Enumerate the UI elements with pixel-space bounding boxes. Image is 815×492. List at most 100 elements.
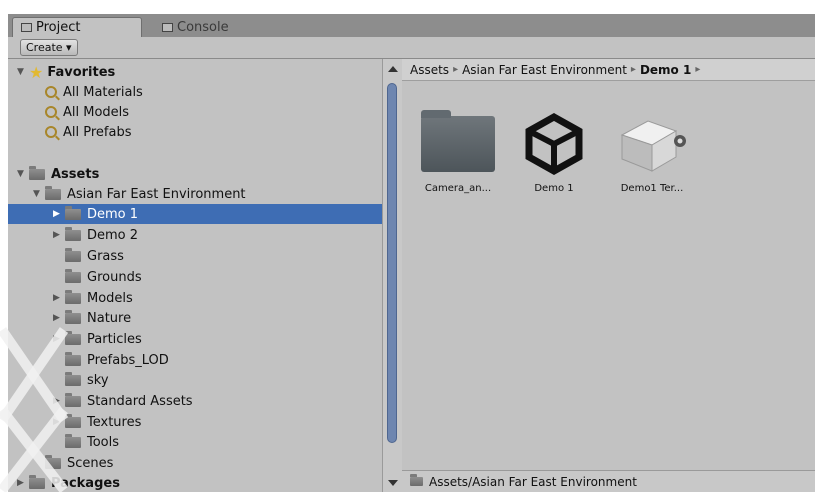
tree-item-all-materials[interactable]: All Materials: [8, 82, 382, 102]
tree-item-label: Nature: [87, 310, 132, 326]
search-icon: [45, 106, 57, 118]
folder-icon: [65, 392, 81, 407]
tree-item-label: Grass: [87, 248, 124, 264]
scroll-down-arrow-icon[interactable]: [388, 480, 398, 486]
folder-icon: [65, 205, 81, 220]
asset-label: Demo 1: [534, 183, 574, 194]
tree-item-label: Demo 1: [87, 206, 139, 222]
foldout-arrow-icon[interactable]: ▶: [16, 478, 25, 488]
foldout-arrow-icon[interactable]: ▶: [52, 230, 61, 240]
foldout-arrow-icon[interactable]: ▶: [52, 417, 61, 427]
tree-item-favorites[interactable]: ▼ ★ Favorites: [8, 62, 382, 82]
tree-item-label: Grounds: [87, 269, 142, 285]
search-icon: [45, 126, 57, 138]
tree-item-demo-2[interactable]: ▶ Demo 2: [8, 225, 382, 245]
tree-item-label: Tools: [87, 434, 120, 450]
tree-item-label: Particles: [87, 331, 142, 347]
breadcrumb-separator-icon: ▸: [630, 64, 636, 75]
tree-item-label: Standard Assets: [87, 393, 193, 409]
tree-item-scenes[interactable]: Scenes: [8, 453, 382, 473]
selected-path: Assets/Asian Far East Environment: [429, 474, 637, 489]
project-toolbar: Create ▾: [8, 37, 815, 59]
tree-scrollbar[interactable]: [382, 59, 402, 492]
tree-item-demo-1[interactable]: ▶ Demo 1: [8, 204, 382, 224]
asset-item-demo1-terrain[interactable]: Demo1 Ter...: [610, 111, 694, 194]
tree-item-label: Textures: [87, 414, 142, 430]
tab-console-label: Console: [177, 19, 229, 35]
foldout-arrow-icon[interactable]: ▶: [52, 209, 61, 219]
tree-item-label: Assets: [51, 166, 100, 182]
tree-item-label: Asian Far East Environment: [67, 186, 246, 202]
folder-icon: [65, 351, 81, 366]
status-bar: Assets/Asian Far East Environment: [402, 470, 815, 492]
tree-item-all-prefabs[interactable]: All Prefabs: [8, 122, 382, 142]
tree-item-label: All Prefabs: [63, 124, 132, 140]
tree-item-packages[interactable]: ▶ Packages: [8, 473, 382, 492]
foldout-arrow-icon[interactable]: ▶: [52, 313, 61, 323]
breadcrumb-item-assets[interactable]: Assets: [410, 63, 449, 77]
breadcrumb-item-asian-far-east-environment[interactable]: Asian Far East Environment: [462, 63, 627, 77]
breadcrumb-item-demo-1[interactable]: Demo 1: [640, 63, 691, 77]
scroll-up-arrow-icon[interactable]: [388, 66, 398, 72]
tree-item-label: sky: [87, 372, 109, 388]
tree-item-grass[interactable]: Grass: [8, 246, 382, 266]
asset-label: Demo1 Ter...: [620, 183, 684, 194]
tree-item-label: All Models: [63, 104, 130, 120]
tree-item-asian-far-east-environment[interactable]: ▼ Asian Far East Environment: [8, 184, 382, 204]
asset-item-camera[interactable]: Camera_an...: [416, 110, 500, 194]
folder-icon: [65, 413, 81, 428]
tree-item-label: Scenes: [67, 455, 114, 471]
tree-item-grounds[interactable]: Grounds: [8, 267, 382, 287]
tab-project-label: Project: [36, 20, 81, 35]
foldout-arrow-icon[interactable]: ▶: [52, 293, 61, 303]
foldout-arrow-icon[interactable]: ▼: [16, 169, 25, 179]
tree-item-sky[interactable]: sky: [8, 370, 382, 390]
tree-item-models[interactable]: ▶ Models: [8, 288, 382, 308]
tree-item-assets[interactable]: ▼ Assets: [8, 164, 382, 184]
terrain-data-icon: [620, 120, 686, 172]
star-icon: ★: [29, 62, 44, 82]
folder-icon: [29, 165, 45, 180]
folder-icon: [65, 371, 81, 386]
foldout-arrow-icon[interactable]: ▶: [52, 396, 61, 406]
folder-icon: [410, 474, 423, 486]
breadcrumb-separator-icon: ▸: [453, 64, 459, 75]
foldout-arrow-icon[interactable]: ▶: [52, 334, 61, 344]
tree-item-label: All Materials: [63, 84, 143, 100]
folder-icon: [65, 226, 81, 241]
tree-item-textures[interactable]: ▶ Textures: [8, 412, 382, 432]
foldout-arrow-icon[interactable]: ▼: [32, 189, 41, 199]
folder-icon: [29, 474, 45, 489]
tree-item-label: Packages: [51, 475, 120, 491]
foldout-arrow-icon[interactable]: ▼: [16, 67, 25, 77]
console-icon: [162, 22, 173, 32]
search-icon: [45, 86, 57, 98]
asset-item-demo-1-scene[interactable]: Demo 1: [512, 111, 596, 194]
tab-project[interactable]: Project: [12, 17, 142, 37]
folder-icon: [65, 268, 81, 283]
tree-item-prefabs-lod[interactable]: Prefabs_LOD: [8, 350, 382, 370]
folder-icon: [65, 309, 81, 324]
folder-icon: [45, 185, 61, 200]
scrollbar-thumb[interactable]: [387, 83, 397, 443]
breadcrumb: Assets ▸ Asian Far East Environment ▸ De…: [402, 59, 815, 81]
folder-icon: [65, 433, 81, 448]
tree-item-tools[interactable]: Tools: [8, 432, 382, 452]
asset-browser: Assets ▸ Asian Far East Environment ▸ De…: [402, 59, 815, 492]
folder-icon: [421, 110, 495, 172]
folder-icon: [65, 330, 81, 345]
tree-item-standard-assets[interactable]: ▶ Standard Assets: [8, 391, 382, 411]
folder-icon: [65, 247, 81, 262]
tree-item-label: Favorites: [47, 64, 116, 80]
folder-icon: [21, 23, 32, 32]
tree-item-all-models[interactable]: All Models: [8, 102, 382, 122]
tree-item-particles[interactable]: ▶ Particles: [8, 329, 382, 349]
folder-icon: [45, 454, 61, 469]
tree-item-label: Models: [87, 290, 133, 306]
create-button[interactable]: Create ▾: [20, 39, 78, 56]
unity-scene-icon: [525, 113, 583, 175]
tree-item-nature[interactable]: ▶ Nature: [8, 308, 382, 328]
breadcrumb-separator-icon: ▸: [695, 64, 701, 75]
tab-console[interactable]: Console: [154, 17, 274, 37]
tab-bar: Project Console: [8, 14, 815, 37]
